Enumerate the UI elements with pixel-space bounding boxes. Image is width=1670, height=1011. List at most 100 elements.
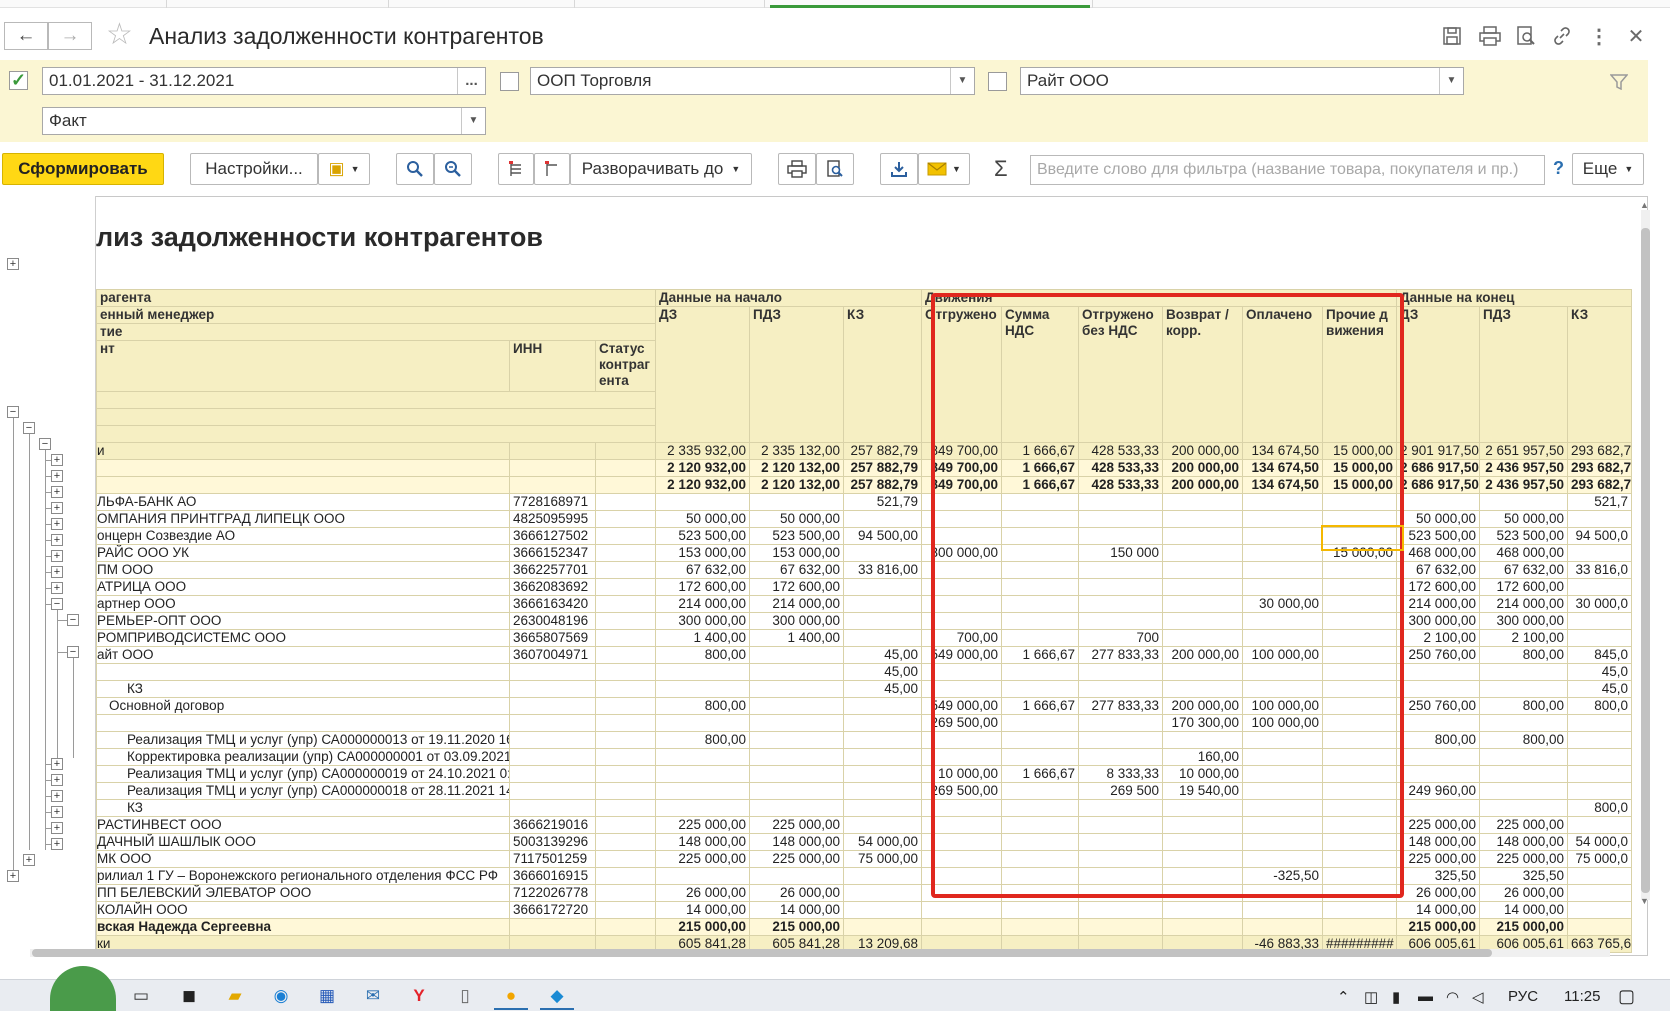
expand-row-icon[interactable]: + [51,582,63,594]
favorite-star-icon[interactable]: ☆ [106,18,133,52]
row-value-cell[interactable]: 249 960,00 [1396,782,1481,800]
row-value-cell[interactable] [749,714,844,732]
row-value-cell[interactable]: 2 120 932,00 [655,476,750,494]
expand-row-icon[interactable]: + [51,518,63,530]
row-value-cell[interactable] [1479,680,1569,698]
print-button[interactable] [778,153,816,185]
row-value-cell[interactable]: 94 500,0 [1567,527,1633,545]
row-value-cell[interactable]: 257 882,79 [842,459,923,477]
row-value-cell[interactable] [842,510,923,528]
close-icon[interactable]: ✕ [1622,22,1650,50]
row-value-cell[interactable] [655,799,750,817]
row-value-cell[interactable]: 75 000,00 [842,850,923,868]
row-value-cell[interactable] [749,867,844,885]
collapse-row-icon[interactable]: − [67,614,79,626]
expand-all-button[interactable] [498,153,534,185]
expand-row-icon[interactable]: + [51,454,63,466]
row-value-cell[interactable]: 2 100,00 [1479,629,1569,647]
row-value-cell[interactable] [842,816,923,834]
counterparty-checkbox[interactable] [988,72,1007,91]
row-value-cell[interactable] [1567,714,1633,732]
back-button[interactable]: ← [4,22,48,50]
row-value-cell[interactable] [1567,578,1633,596]
row-value-cell[interactable]: 800,00 [655,646,750,664]
group-expand-icon[interactable]: + [7,258,19,270]
start-widget-icon[interactable] [50,966,116,1011]
row-value-cell[interactable]: 172 600,00 [1479,578,1569,596]
save-icon[interactable] [1438,22,1466,50]
row-value-cell[interactable]: 523 500,00 [1396,527,1481,545]
row-value-cell[interactable] [842,867,923,885]
scroll-down-icon[interactable]: ▼ [1640,896,1649,906]
row-value-cell[interactable]: 2 100,00 [1396,629,1481,647]
row-value-cell[interactable]: 257 882,79 [842,442,923,460]
row-value-cell[interactable]: 225 000,00 [1396,816,1481,834]
row-value-cell[interactable]: 523 500,00 [655,527,750,545]
expand-row-icon[interactable]: + [51,502,63,514]
document-icon[interactable]: ▯ [452,984,478,1008]
more-vertical-icon[interactable]: ⋮ [1585,22,1613,50]
link-icon[interactable] [1548,22,1576,50]
collapse-row-icon[interactable]: − [23,422,35,434]
expand-row-icon[interactable]: + [51,470,63,482]
row-value-cell[interactable] [842,731,923,749]
row-value-cell[interactable]: 2 120 132,00 [749,476,844,494]
filter-funnel-icon[interactable] [1609,74,1629,95]
row-value-cell[interactable] [1479,765,1569,783]
help-icon[interactable]: ? [1553,158,1564,179]
row-value-cell[interactable]: 2 120 132,00 [749,459,844,477]
row-value-cell[interactable]: 26 000,00 [1396,884,1481,902]
row-value-cell[interactable] [1242,901,1324,919]
row-value-cell[interactable] [749,663,844,681]
row-value-cell[interactable] [1567,510,1633,528]
row-value-cell[interactable] [749,493,844,511]
row-value-cell[interactable]: 468 000,00 [1396,544,1481,562]
row-value-cell[interactable]: 153 000,00 [749,544,844,562]
row-value-cell[interactable]: 172 600,00 [749,578,844,596]
notification-icon[interactable]: ▢ [1618,986,1635,1007]
row-value-cell[interactable] [1567,748,1633,766]
row-value-cell[interactable]: 225 000,00 [1479,850,1569,868]
row-value-cell[interactable] [1396,748,1481,766]
row-value-cell[interactable] [842,595,923,613]
collapse-row-icon[interactable]: − [51,598,63,610]
row-value-cell[interactable]: 800,00 [1396,731,1481,749]
row-value-cell[interactable]: 26 000,00 [749,884,844,902]
row-value-cell[interactable]: 1 400,00 [655,629,750,647]
row-value-cell[interactable]: 225 000,00 [1396,850,1481,868]
expand-row-icon[interactable]: + [51,838,63,850]
row-value-cell[interactable] [1001,918,1080,936]
row-value-cell[interactable] [655,765,750,783]
row-value-cell[interactable]: 214 000,00 [1396,595,1481,613]
row-value-cell[interactable]: 845,0 [1567,646,1633,664]
row-value-cell[interactable]: 2 686 917,50 [1396,459,1481,477]
row-value-cell[interactable] [1567,867,1633,885]
row-value-cell[interactable]: 2 335 932,00 [655,442,750,460]
row-value-cell[interactable]: 172 600,00 [655,578,750,596]
expand-row-icon[interactable]: + [51,774,63,786]
print-preview-button[interactable] [816,153,854,185]
expand-row-icon[interactable]: + [51,566,63,578]
task-view-icon[interactable]: ▭ [128,984,154,1008]
row-value-cell[interactable]: 523 500,00 [1479,527,1569,545]
row-value-cell[interactable]: 2 901 917,50 [1396,442,1481,460]
expand-row-icon[interactable]: + [51,486,63,498]
battery-icon[interactable]: ▬ [1418,988,1433,1005]
row-value-cell[interactable] [842,578,923,596]
row-value-cell[interactable] [1078,901,1164,919]
row-value-cell[interactable]: 2 335 132,00 [749,442,844,460]
row-value-cell[interactable]: 300 000,00 [1479,612,1569,630]
settings-button[interactable]: Настройки... [190,153,318,185]
row-value-cell[interactable]: 293 682,7 [1567,442,1633,460]
row-value-cell[interactable]: 172 600,00 [1396,578,1481,596]
expand-row-icon[interactable]: + [51,790,63,802]
collapse-row-icon[interactable]: − [7,406,19,418]
expand-row-icon[interactable]: + [51,534,63,546]
row-value-cell[interactable]: 521,7 [1567,493,1633,511]
row-value-cell[interactable]: 225 000,00 [749,850,844,868]
row-value-cell[interactable] [1567,629,1633,647]
edge-icon[interactable]: ◉ [268,984,294,1008]
row-value-cell[interactable]: 67 632,00 [1479,561,1569,579]
row-value-cell[interactable] [1242,918,1324,936]
variant-button[interactable]: ▣ ▼ [318,153,370,185]
